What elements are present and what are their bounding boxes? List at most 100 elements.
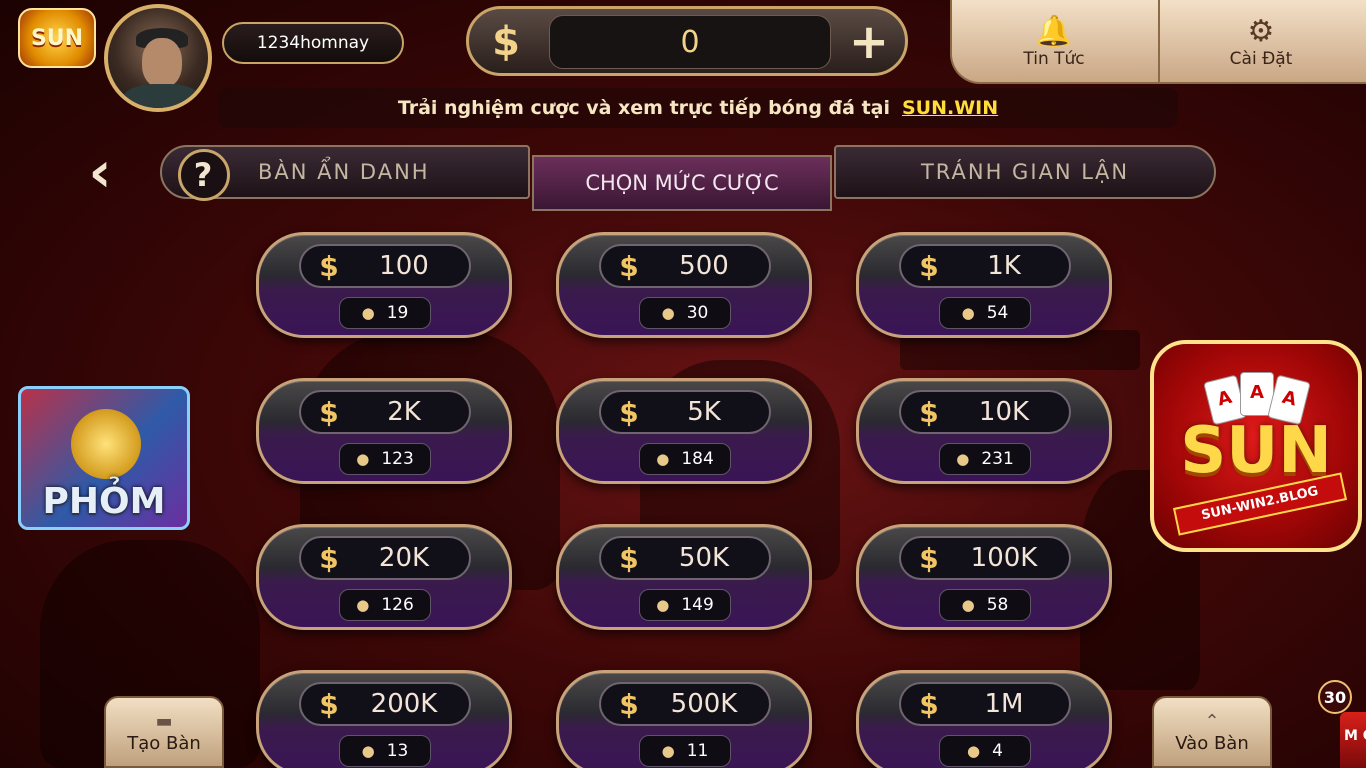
player-count: ● 149 <box>639 589 731 621</box>
player-count: ● 4 <box>939 735 1031 767</box>
bet-card[interactable]: $10K ● 231 <box>856 378 1112 484</box>
bet-card[interactable]: $500 ● 30 <box>556 232 812 338</box>
settings-label: Cài Đặt <box>1229 49 1293 69</box>
bet-card[interactable]: $2K ● 123 <box>256 378 512 484</box>
bet-card[interactable]: $1K ● 54 <box>856 232 1112 338</box>
dollar-icon: $ <box>619 687 639 721</box>
user-icon: ● <box>656 596 670 614</box>
dollar-icon: $ <box>619 395 639 429</box>
avatar[interactable] <box>104 4 212 112</box>
marquee-link[interactable]: SUN.WIN <box>902 97 998 119</box>
dollar-icon: $ <box>319 687 339 721</box>
tab-choose-bet[interactable]: CHỌN MỨC CƯỢC <box>532 155 832 211</box>
create-table-label: Tạo Bàn <box>127 732 201 754</box>
dollar-icon: $ <box>919 395 939 429</box>
bet-grid: $100 ● 19 $500 ● 30 $1K ● 54 $2K ● 123 $5K ●… <box>256 232 1112 768</box>
tab-label: BÀN ẨN DANH <box>258 160 430 184</box>
bet-card[interactable]: $1M ● 4 <box>856 670 1112 768</box>
game-thumbnail-phom[interactable]: PHỎM <box>18 386 190 530</box>
bet-amount: 1M <box>984 689 1024 719</box>
bet-amount: 2K <box>387 397 421 427</box>
tab-anonymous-table[interactable]: ? BÀN ẨN DANH <box>160 145 530 201</box>
player-count: ● 13 <box>339 735 431 767</box>
bet-amount: 50K <box>678 543 730 573</box>
player-count-value: 54 <box>986 303 1009 323</box>
dollar-icon: $ <box>919 687 939 721</box>
player-count: ● 231 <box>939 443 1031 475</box>
bet-amount-pill: $500 <box>599 244 771 288</box>
bet-card[interactable]: $50K ● 149 <box>556 524 812 630</box>
player-count-value: 11 <box>686 741 709 761</box>
bet-amount: 10K <box>978 397 1030 427</box>
tab-label: CHỌN MỨC CƯỢC <box>585 171 779 195</box>
player-count-value: 58 <box>986 595 1009 615</box>
join-table-label: Vào Bàn <box>1175 732 1249 754</box>
username-label: 1234homnay <box>222 22 404 64</box>
join-table-button[interactable]: ⌃ Vào Bàn <box>1152 696 1272 768</box>
bet-amount-pill: $20K <box>299 536 471 580</box>
player-count: ● 54 <box>939 297 1031 329</box>
coins-icon <box>71 409 141 479</box>
user-icon: ● <box>661 742 675 760</box>
player-count-value: 4 <box>992 741 1003 761</box>
bet-amount-pill: $2K <box>299 390 471 434</box>
bet-card[interactable]: $500K ● 11 <box>556 670 812 768</box>
bet-card[interactable]: $200K ● 13 <box>256 670 512 768</box>
player-count: ● 58 <box>939 589 1031 621</box>
balance-value: 0 <box>549 15 831 69</box>
create-table-button[interactable]: ▬ Tạo Bàn <box>104 696 224 768</box>
user-icon: ● <box>656 450 670 468</box>
playing-cards-icon: A A A <box>1203 372 1311 426</box>
corner-game-tile[interactable]: M GA <box>1340 712 1366 768</box>
bet-amount: 5K <box>687 397 721 427</box>
user-icon: ● <box>967 742 981 760</box>
balance-bar: $ 0 + <box>466 6 908 76</box>
bet-amount-pill: $5K <box>599 390 771 434</box>
bet-card[interactable]: $20K ● 126 <box>256 524 512 630</box>
tab-anti-cheat[interactable]: TRÁNH GIAN LẬN <box>834 145 1216 199</box>
bet-amount: 200K <box>370 689 438 719</box>
player-count-value: 126 <box>381 595 414 615</box>
player-count-value: 30 <box>686 303 709 323</box>
settings-button[interactable]: ⚙ Cài Đặt <box>1158 0 1362 84</box>
back-button[interactable]: ‹ <box>78 140 122 205</box>
player-count: ● 19 <box>339 297 431 329</box>
dollar-icon: $ <box>919 249 939 283</box>
user-icon: ● <box>961 596 975 614</box>
notification-badge[interactable]: 30 <box>1318 680 1352 714</box>
dollar-icon: $ <box>319 249 339 283</box>
bet-amount: 100 <box>379 251 429 281</box>
player-count-value: 19 <box>386 303 409 323</box>
player-count: ● 123 <box>339 443 431 475</box>
player-count: ● 11 <box>639 735 731 767</box>
bet-card[interactable]: $100 ● 19 <box>256 232 512 338</box>
marquee-banner: Trải nghiệm cược và xem trực tiếp bóng đ… <box>218 88 1178 128</box>
user-icon: ● <box>361 742 375 760</box>
bet-amount-pill: $500K <box>599 682 771 726</box>
header-actions: 🔔 Tin Tức ⚙ Cài Đặt <box>950 0 1366 84</box>
news-button[interactable]: 🔔 Tin Tức <box>952 0 1156 84</box>
chevron-left-icon: ‹ <box>88 140 112 205</box>
user-icon: ● <box>956 450 970 468</box>
tab-label: TRÁNH GIAN LẬN <box>920 160 1130 184</box>
bet-amount-pill: $100K <box>899 536 1071 580</box>
gear-icon: ⚙ <box>1247 14 1275 49</box>
sun-logo-small[interactable]: SUN <box>18 8 96 68</box>
player-count-value: 231 <box>981 449 1014 469</box>
player-count-value: 149 <box>681 595 714 615</box>
player-count-value: 184 <box>681 449 714 469</box>
tab-bar: ? BÀN ẨN DANH TRÁNH GIAN LẬN CHỌN MỨC CƯ… <box>160 145 1216 211</box>
user-icon: ● <box>361 304 375 322</box>
bet-card[interactable]: $100K ● 58 <box>856 524 1112 630</box>
bet-amount-pill: $50K <box>599 536 771 580</box>
bell-icon: 🔔 <box>1035 14 1073 49</box>
dollar-icon: $ <box>319 541 339 575</box>
bet-amount-pill: $1M <box>899 682 1071 726</box>
bet-amount: 1K <box>987 251 1021 281</box>
bet-card[interactable]: $5K ● 184 <box>556 378 812 484</box>
dollar-icon: $ <box>319 395 339 429</box>
top-bar: SUN 1234homnay $ 0 + 🔔 Tin Tức ⚙ Cài Đặt <box>0 0 1366 112</box>
player-count: ● 30 <box>639 297 731 329</box>
add-funds-button[interactable]: + <box>843 17 895 67</box>
question-icon[interactable]: ? <box>178 149 230 201</box>
